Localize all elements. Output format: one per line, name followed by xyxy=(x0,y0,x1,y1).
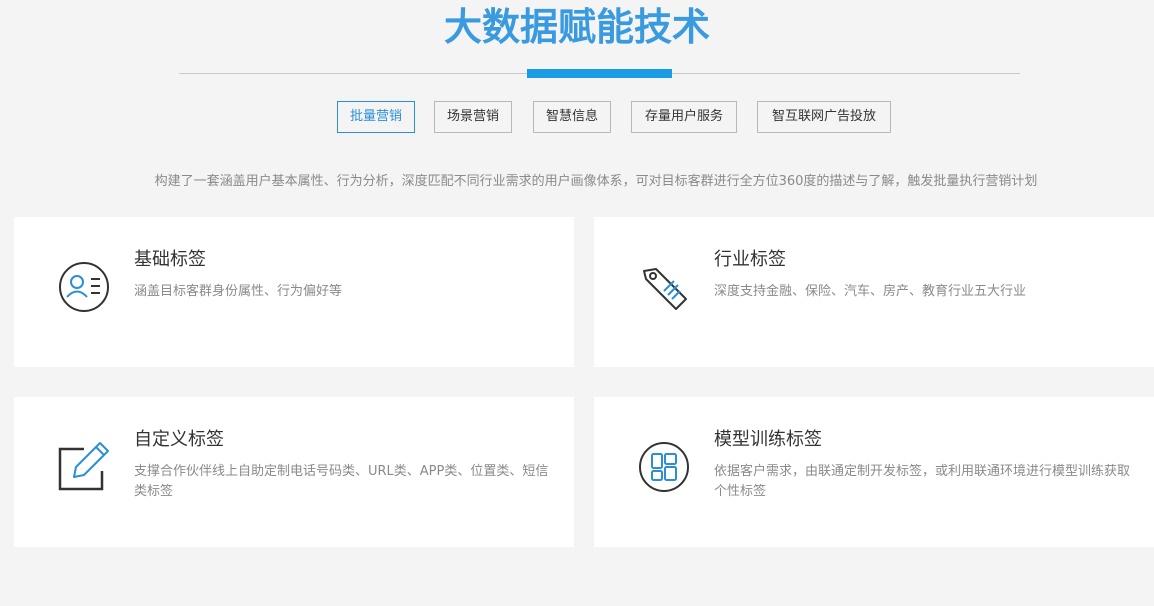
user-profile-icon xyxy=(58,261,110,313)
card-industry-tags: 行业标签 深度支持金融、保险、汽车、房产、教育行业五大行业 xyxy=(594,217,1154,367)
title-accent-bar xyxy=(527,69,672,78)
card-title: 模型训练标签 xyxy=(714,429,822,450)
card-title: 行业标签 xyxy=(714,249,786,270)
card-text: 深度支持金融、保险、汽车、房产、教育行业五大行业 xyxy=(714,284,1027,299)
tab-scene-marketing[interactable]: 场景营销 xyxy=(434,101,512,133)
card-custom-tags: 自定义标签 支撑合作伙伴线上自助定制电话号码类、URL类、APP类、位置类、短信… xyxy=(14,397,574,547)
card-text: 涵盖目标客群身份属性、行为偏好等 xyxy=(134,284,343,299)
tab-smart-info[interactable]: 智慧信息 xyxy=(533,101,611,133)
edit-icon xyxy=(58,441,110,493)
tab-existing-user-service[interactable]: 存量用户服务 xyxy=(631,101,737,133)
tag-icon xyxy=(638,261,690,313)
card-title: 基础标签 xyxy=(134,249,206,270)
card-model-training-tags: 模型训练标签 依据客户需求，由联通定制开发标签，或利用联通环境进行模型训练获取个… xyxy=(594,397,1154,547)
card-basic-tags: 基础标签 涵盖目标客群身份属性、行为偏好等 xyxy=(14,217,574,367)
card-title: 自定义标签 xyxy=(134,429,224,450)
page-title: 大数据赋能技术 xyxy=(443,5,710,49)
tab-internet-ads[interactable]: 智互联网广告投放 xyxy=(757,101,891,133)
card-text: 支撑合作伙伴线上自助定制电话号码类、URL类、APP类、位置类、短信类标签 xyxy=(134,464,549,499)
tab-description: 构建了一套涵盖用户基本属性、行为分析，深度匹配不同行业需求的用户画像体系，可对目… xyxy=(154,174,1038,189)
tab-batch-marketing[interactable]: 批量营销 xyxy=(337,101,415,133)
card-text: 依据客户需求，由联通定制开发标签，或利用联通环境进行模型训练获取个性标签 xyxy=(714,464,1131,499)
model-grid-icon xyxy=(638,441,690,493)
